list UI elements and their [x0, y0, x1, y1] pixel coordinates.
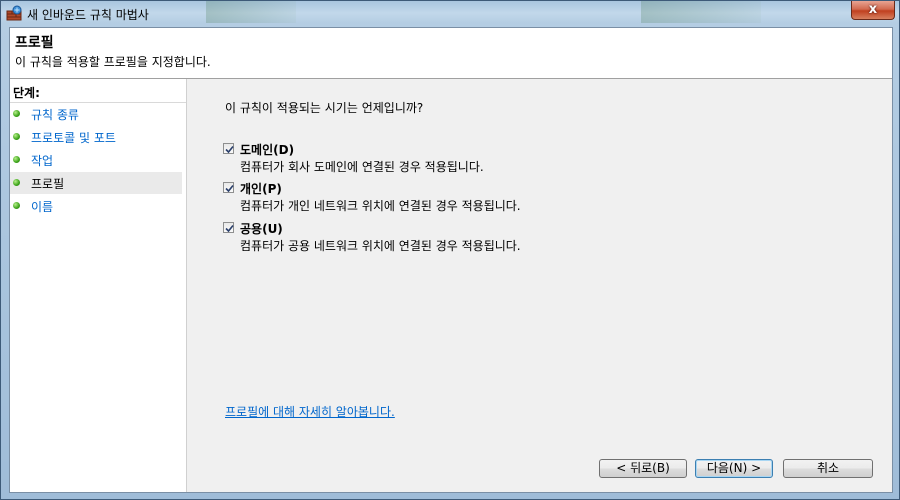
private-checkbox[interactable]: [223, 182, 234, 193]
back-button[interactable]: < 뒤로(B): [599, 459, 687, 478]
private-description: 컴퓨터가 개인 네트워크 위치에 연결된 경우 적용됩니다.: [240, 199, 521, 213]
background-window-ghost: [206, 1, 296, 23]
background-window-ghost: [641, 1, 761, 23]
page-title: 프로필: [15, 35, 54, 51]
steps-heading: 단계:: [13, 86, 40, 100]
domain-label[interactable]: 도메인(D): [240, 141, 294, 158]
profile-help-link[interactable]: 프로필에 대해 자세히 알아봅니다.: [225, 403, 395, 420]
wizard-content: 이 규칙이 적용되는 시기는 언제입니까? 도메인(D) 컴퓨터가 회사 도메인…: [187, 79, 892, 492]
sidebar-item-label: 작업: [31, 154, 54, 168]
step-status-icon: [13, 110, 20, 117]
sidebar-item-label: 프로토콜 및 포트: [31, 131, 116, 145]
checkmark-icon: [225, 184, 234, 193]
sidebar-item-rule-type[interactable]: 규칙 종류: [10, 103, 182, 125]
sidebar-item-label: 이름: [31, 200, 54, 214]
title-bar[interactable]: 새 인바운드 규칙 마법사 x: [1, 1, 900, 27]
domain-checkbox[interactable]: [223, 143, 234, 154]
public-label[interactable]: 공용(U): [240, 220, 283, 237]
sidebar-item-label: 규칙 종류: [31, 108, 79, 122]
wizard-client-area: 프로필 이 규칙을 적용할 프로필을 지정합니다. 단계: 규칙 종류 프로토콜…: [9, 27, 893, 493]
steps-sidebar: 단계: 규칙 종류 프로토콜 및 포트 작업 프로필 이름: [10, 79, 187, 492]
checkmark-icon: [225, 224, 234, 233]
sidebar-item-profile[interactable]: 프로필: [10, 172, 182, 194]
window-title: 새 인바운드 규칙 마법사: [27, 8, 149, 22]
step-status-icon: [13, 179, 20, 186]
sidebar-item-action[interactable]: 작업: [10, 149, 182, 171]
next-button[interactable]: 다음(N) >: [695, 459, 773, 478]
public-description: 컴퓨터가 공용 네트워크 위치에 연결된 경우 적용됩니다.: [240, 239, 521, 253]
public-checkbox[interactable]: [223, 222, 234, 233]
step-status-icon: [13, 202, 20, 209]
wizard-header: 프로필 이 규칙을 적용할 프로필을 지정합니다.: [10, 28, 892, 79]
cancel-button[interactable]: 취소: [783, 459, 873, 478]
close-icon: x: [868, 2, 878, 17]
private-label[interactable]: 개인(P): [240, 180, 282, 197]
firewall-wizard-icon: [6, 5, 22, 21]
step-status-icon: [13, 156, 20, 163]
page-description: 이 규칙을 적용할 프로필을 지정합니다.: [15, 55, 211, 69]
sidebar-item-protocol-ports[interactable]: 프로토콜 및 포트: [10, 126, 182, 148]
profile-question: 이 규칙이 적용되는 시기는 언제입니까?: [225, 101, 424, 115]
sidebar-item-label: 프로필: [31, 177, 65, 191]
close-button[interactable]: x: [851, 1, 895, 20]
domain-description: 컴퓨터가 회사 도메인에 연결된 경우 적용됩니다.: [240, 160, 484, 174]
step-status-icon: [13, 133, 20, 140]
sidebar-item-name[interactable]: 이름: [10, 195, 182, 217]
window-frame: 새 인바운드 규칙 마법사 x 프로필 이 규칙을 적용할 프로필을 지정합니다…: [0, 0, 900, 500]
checkmark-icon: [225, 145, 234, 154]
